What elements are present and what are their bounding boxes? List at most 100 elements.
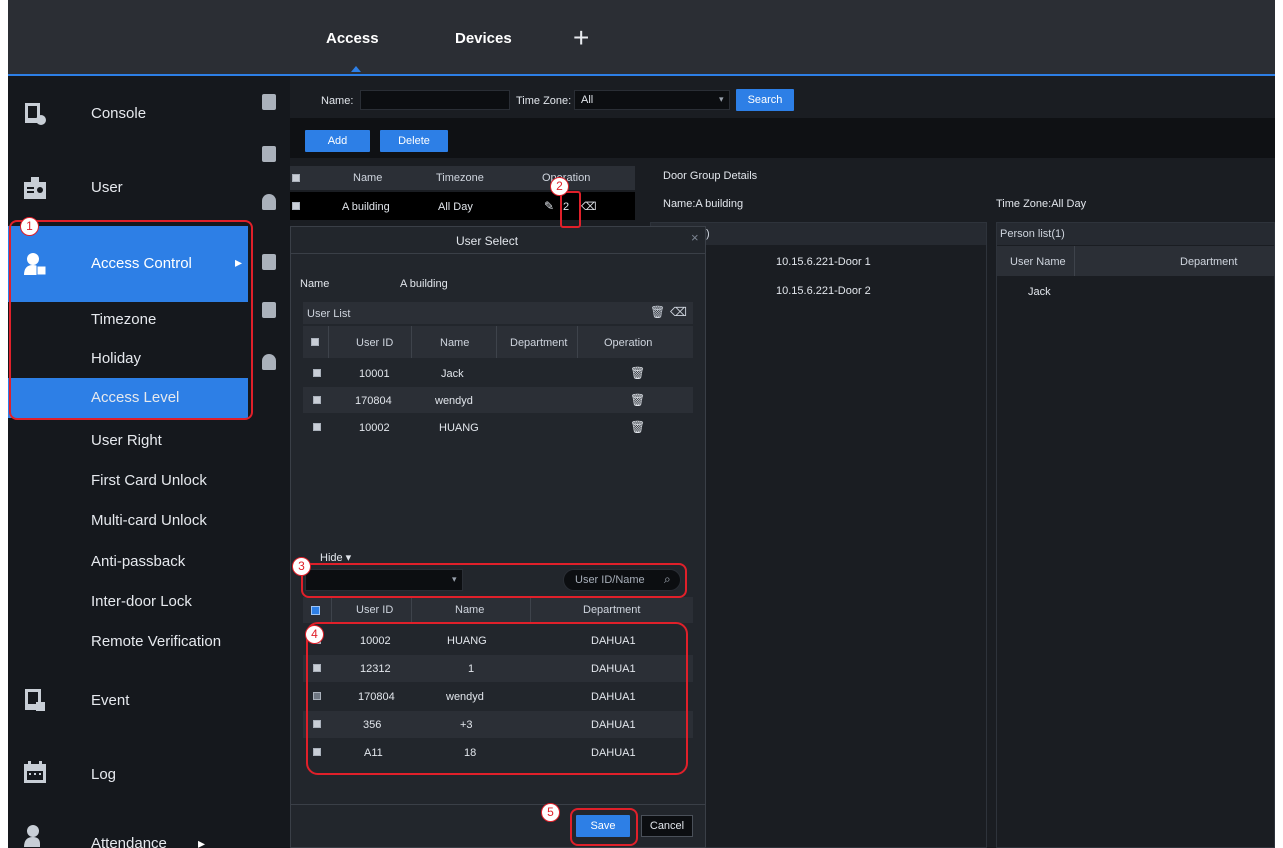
name-filter-input[interactable] <box>360 90 510 110</box>
row-checkbox[interactable] <box>313 423 321 431</box>
trash-icon[interactable]: 🗑 <box>630 366 645 380</box>
add-tab-button[interactable]: + <box>573 22 589 54</box>
select-all-checkbox[interactable] <box>311 606 320 615</box>
chevron-right-icon: ▸ <box>198 835 206 848</box>
sidebar-sub-anti-passback[interactable]: Anti-passback <box>8 542 248 582</box>
sidebar-sub-remote-verification[interactable]: Remote Verification <box>8 622 248 662</box>
row-checkbox[interactable] <box>313 396 321 404</box>
timezone-filter-select[interactable]: All ▾ <box>574 90 730 110</box>
column-divider <box>411 326 412 358</box>
select-all-checkbox[interactable] <box>311 338 319 346</box>
column-header-name: Name <box>440 337 470 349</box>
callout-box <box>570 808 638 846</box>
sidebar-item-label: Console <box>91 105 147 122</box>
sidebar-item-label: Event <box>91 692 130 709</box>
user-list-toolbar <box>303 302 693 324</box>
sidebar-item-label: User <box>91 179 123 196</box>
sidebar-sub-first-card-unlock[interactable]: First Card Unlock <box>8 461 248 501</box>
row-name: A building <box>342 201 390 213</box>
callout-badge: 3 <box>292 557 311 576</box>
add-button[interactable]: Add <box>305 130 370 152</box>
timezone-filter-label: Time Zone: <box>516 95 572 107</box>
column-divider <box>328 326 329 358</box>
column-divider <box>411 597 412 623</box>
sidebar-sub-inter-door-lock[interactable]: Inter-door Lock <box>8 582 248 622</box>
event-icon <box>25 689 45 711</box>
sidebar-item-event[interactable]: Event <box>8 662 248 738</box>
search-button[interactable]: Search <box>736 89 794 111</box>
delete-icon[interactable]: ⌫ <box>581 200 597 213</box>
callout-box <box>301 563 687 598</box>
user-card-icon[interactable] <box>262 146 276 162</box>
sidebar-item-log[interactable]: Log <box>8 734 248 810</box>
column-header-timezone: Timezone <box>436 172 484 184</box>
door-item[interactable]: 10.15.6.221-Door 1 <box>776 256 871 268</box>
top-nav-bar <box>8 0 1275 76</box>
sidebar-item-console[interactable]: Console <box>8 76 248 152</box>
trash-icon[interactable]: 🗑 <box>630 420 645 434</box>
door-item[interactable]: 10.15.6.221-Door 2 <box>776 285 871 297</box>
sidebar-item-user[interactable]: User <box>8 150 248 226</box>
sub-item-label: Anti-passback <box>91 553 186 570</box>
person-icon[interactable] <box>262 354 276 370</box>
calendar-icon[interactable] <box>262 302 276 318</box>
callout-badge: 5 <box>541 803 560 822</box>
trash-icon[interactable]: 🗑 <box>630 393 645 407</box>
device-list-header-label: ) <box>706 228 710 240</box>
callout-badge: 2 <box>550 177 569 196</box>
person-item: Jack <box>1028 286 1051 298</box>
callout-box <box>560 191 581 228</box>
column-header-operation: Operation <box>604 337 653 349</box>
column-divider <box>496 326 497 358</box>
row-user-id: 10002 <box>359 422 390 434</box>
clear-icon[interactable]: ⌫ <box>670 305 687 319</box>
column-divider <box>1074 246 1075 276</box>
row-checkbox[interactable] <box>313 369 321 377</box>
sub-item-label: User Right <box>91 432 162 449</box>
row-user-id: 10001 <box>359 368 390 380</box>
row-name: Jack <box>441 368 464 380</box>
sidebar-item-label: Attendance <box>91 835 167 848</box>
sub-item-label: Multi-card Unlock <box>91 512 207 529</box>
delete-button[interactable]: Delete <box>380 130 448 152</box>
sidebar-sub-multi-card-unlock[interactable]: Multi-card Unlock <box>8 501 248 541</box>
details-title: Door Group Details <box>663 170 758 182</box>
close-icon[interactable]: × <box>691 230 699 245</box>
edit-icon[interactable]: ✎ <box>544 199 554 213</box>
row-checkbox[interactable] <box>292 202 300 210</box>
name-filter-label: Name: <box>321 95 354 107</box>
user-list-label: User List <box>307 308 351 320</box>
tab-access[interactable]: Access <box>326 30 379 47</box>
door-icon[interactable] <box>262 254 276 270</box>
timezone-filter-value: All <box>581 94 594 106</box>
column-divider <box>577 326 578 358</box>
active-tab-indicator <box>351 66 361 72</box>
trash-icon[interactable]: 🗑 <box>650 305 665 319</box>
column-header-department: Department <box>1180 256 1238 268</box>
console-icon <box>25 103 46 125</box>
sidebar-sub-user-right[interactable]: User Right <box>8 421 248 461</box>
row-name: HUANG <box>439 422 479 434</box>
column-header-user-name: User Name <box>1010 256 1066 268</box>
sub-item-label: First Card Unlock <box>91 472 207 489</box>
column-header-department: Department <box>583 604 641 616</box>
calendar-icon <box>24 761 46 783</box>
callout-badge: 4 <box>305 625 324 644</box>
door-icon[interactable] <box>262 94 276 110</box>
dialog-name-label: Name <box>300 278 330 290</box>
sidebar-item-attendance[interactable]: Attendance ▸ <box>8 806 248 848</box>
person-icon[interactable] <box>262 194 276 210</box>
user-card-icon <box>24 177 46 199</box>
cancel-button[interactable]: Cancel <box>641 815 693 837</box>
dialog-footer-divider <box>291 804 705 805</box>
column-header-name: Name <box>455 604 485 616</box>
column-divider <box>331 597 332 623</box>
tab-devices[interactable]: Devices <box>455 30 512 47</box>
chevron-down-icon: ▾ <box>719 94 724 104</box>
column-divider <box>530 597 531 623</box>
column-header-department: Department <box>510 337 568 349</box>
column-header-user-id: User ID <box>356 337 394 349</box>
secondary-icon-strip <box>248 76 290 848</box>
select-all-checkbox[interactable] <box>292 174 300 182</box>
person-list-panel <box>996 222 1275 848</box>
